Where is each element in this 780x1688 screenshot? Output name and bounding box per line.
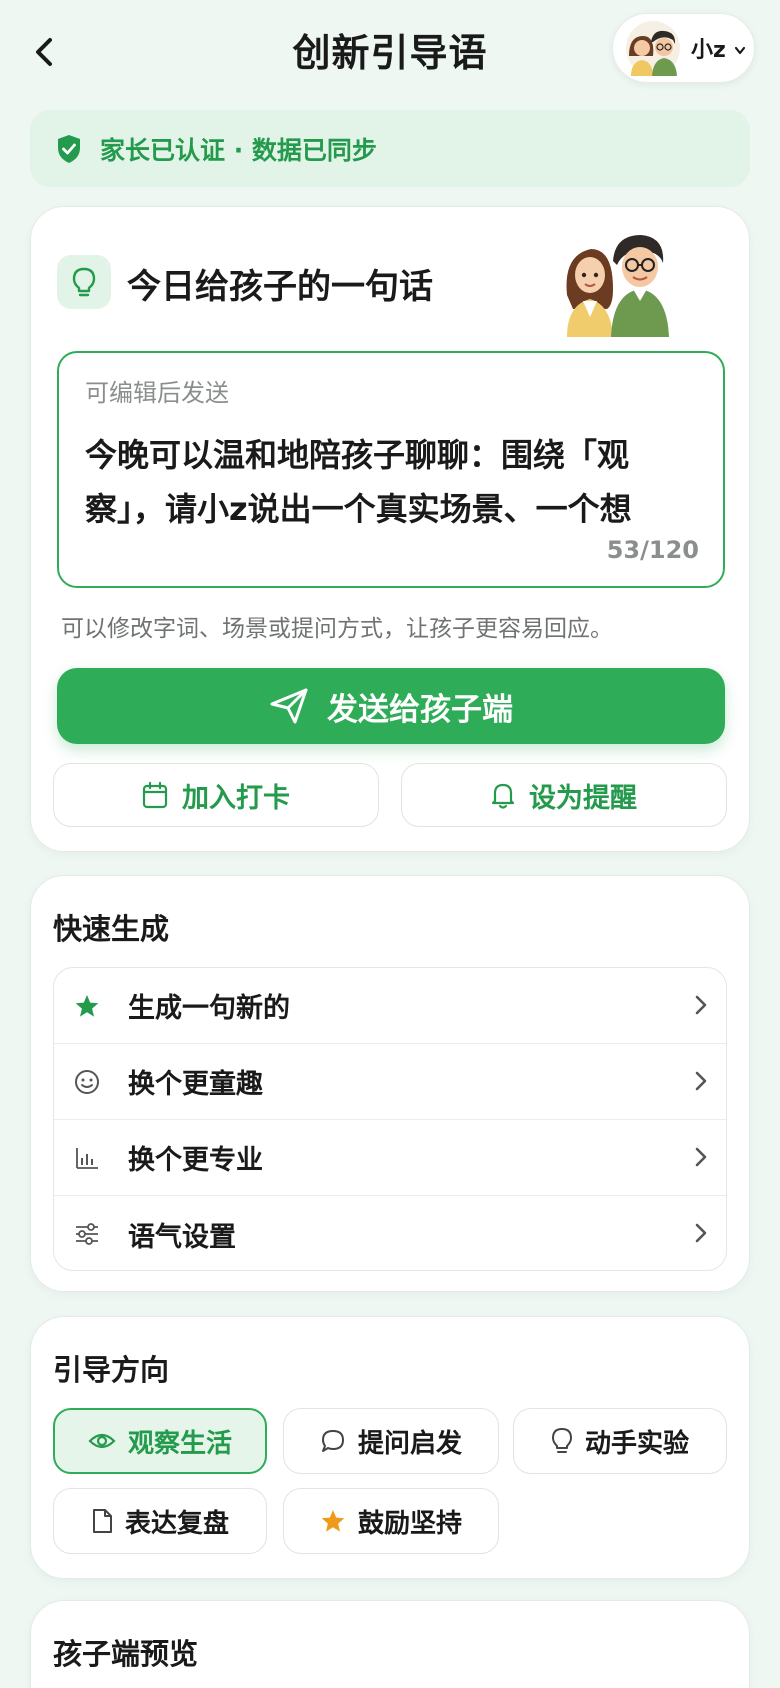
bulb-icon: [72, 267, 96, 297]
add-checkin-button[interactable]: 加入打卡: [53, 763, 379, 827]
shield-check-icon: [58, 134, 80, 163]
helper-text: 可以修改字词、场景或提问方式，让孩子更容易回应。: [61, 616, 613, 642]
parents-illustration: [561, 225, 671, 337]
quick-item-label: 换个更专业: [128, 1145, 263, 1176]
quick-item-label: 换个更童趣: [128, 1069, 263, 1100]
chevron-right-icon: [695, 1147, 707, 1167]
child-preview-title: 孩子端预览: [53, 1637, 199, 1671]
child-preview-card: 孩子端预览: [30, 1600, 750, 1688]
bar-chart-icon: [74, 1145, 100, 1171]
set-reminder-label: 设为提醒: [529, 782, 637, 814]
chip-label: 表达复盘: [124, 1508, 229, 1539]
message-editor[interactable]: 可编辑后发送 今晚可以温和地陪孩子聊聊：围绕「观察」，请小z说出一个真实场景、一…: [57, 351, 725, 588]
avatar: [623, 20, 683, 76]
guide-direction-card: 引导方向 观察生活 提问启发 动手实验 表达复盘 鼓励坚持: [30, 1316, 750, 1579]
document-icon: [92, 1509, 112, 1533]
chip-hands-on-experiment[interactable]: 动手实验: [513, 1408, 727, 1474]
sliders-icon: [74, 1221, 100, 1247]
chevron-down-icon: [734, 46, 745, 55]
quick-generate-title: 快速生成: [53, 912, 170, 946]
chevron-right-icon: [695, 995, 707, 1015]
bell-icon: [491, 783, 515, 809]
profile-name: 小z: [691, 38, 726, 63]
message-card-title: 今日给孩子的一句话: [127, 267, 433, 307]
star-icon: [321, 1510, 345, 1532]
send-to-child-button[interactable]: 发送给孩子端: [57, 668, 725, 744]
profile-switcher[interactable]: 小z: [612, 13, 755, 83]
bulb-icon: [551, 1428, 572, 1453]
verified-text: 家长已认证 · 数据已同步: [100, 135, 377, 165]
top-bar: 创新引导语 小z: [0, 0, 780, 100]
send-button-label: 发送给孩子端: [327, 691, 513, 728]
guide-direction-title: 引导方向: [53, 1353, 170, 1387]
chevron-right-icon: [695, 1223, 707, 1243]
chevron-right-icon: [695, 1071, 707, 1091]
tone-settings-item[interactable]: 语气设置: [54, 1196, 726, 1270]
paper-plane-icon: [270, 688, 308, 724]
chip-label: 鼓励坚持: [357, 1508, 462, 1539]
add-checkin-label: 加入打卡: [182, 782, 290, 814]
chip-question-inspire[interactable]: 提问启发: [283, 1408, 499, 1474]
quick-item-label: 语气设置: [128, 1221, 236, 1253]
quick-generate-list: 生成一句新的 换个更童趣 换个更专业 语气设置: [53, 967, 727, 1271]
message-card: 今日给孩子的一句话 可编辑后发送 今晚可以温和地陪孩子聊聊：围绕「观察」，请小z…: [30, 206, 750, 852]
quick-item-label: 生成一句新的: [128, 993, 290, 1024]
star-icon: [74, 993, 100, 1019]
calendar-icon: [142, 781, 168, 809]
eye-icon: [88, 1433, 116, 1449]
set-reminder-button[interactable]: 设为提醒: [401, 763, 727, 827]
message-text[interactable]: 今晚可以温和地陪孩子聊聊：围绕「观察」，请小z说出一个真实场景、一个想: [85, 428, 697, 536]
chip-encourage-persist[interactable]: 鼓励坚持: [283, 1488, 499, 1554]
chip-label: 观察生活: [127, 1428, 232, 1459]
chip-express-review[interactable]: 表达复盘: [53, 1488, 267, 1554]
verified-banner: 家长已认证 · 数据已同步: [30, 110, 750, 187]
editor-hint: 可编辑后发送: [85, 379, 229, 407]
chip-label: 提问启发: [357, 1428, 462, 1459]
quick-generate-card: 快速生成 生成一句新的 换个更童趣 换个更专业 语气设置: [30, 875, 750, 1292]
chip-observe-life[interactable]: 观察生活: [53, 1408, 267, 1474]
more-playful-item[interactable]: 换个更童趣: [54, 1044, 726, 1120]
more-professional-item[interactable]: 换个更专业: [54, 1120, 726, 1196]
smiley-icon: [74, 1069, 100, 1095]
generate-new-item[interactable]: 生成一句新的: [54, 968, 726, 1044]
character-count: 53/120: [606, 536, 699, 564]
bulb-badge: [57, 255, 111, 309]
chat-bubble-icon: [321, 1430, 344, 1452]
chip-label: 动手实验: [584, 1428, 689, 1459]
